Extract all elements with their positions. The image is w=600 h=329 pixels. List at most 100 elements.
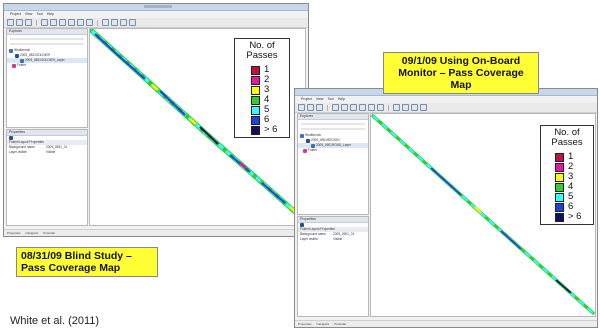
menu-item[interactable]: Help — [47, 11, 54, 18]
zoom-extent-icon[interactable] — [77, 19, 84, 26]
tab-navigator[interactable]: Navigator — [26, 231, 39, 235]
menu-item[interactable]: Tool — [327, 96, 333, 103]
tree-item-folder[interactable]: Folder — [7, 63, 87, 68]
legend-entry: 2 — [555, 162, 593, 172]
tab-navigator[interactable]: Navigator — [317, 322, 330, 326]
select-icon[interactable] — [86, 19, 93, 26]
property-row[interactable]: Layer visible Visible — [7, 150, 87, 155]
legend-entry: 4 — [555, 182, 593, 192]
grid-icon[interactable] — [129, 19, 136, 26]
legend-swatch — [555, 162, 564, 172]
folder-icon — [303, 148, 307, 153]
tab-properties[interactable]: Properties — [7, 231, 21, 235]
explorer-toolbar-strip — [301, 123, 365, 125]
explorer-panel: Explorer Workbench 2009_0831SOLDIER 2009… — [6, 28, 88, 128]
menu-bar: Project View Tool Help — [4, 11, 308, 18]
legend-entry: 5 — [251, 105, 289, 115]
measure-icon[interactable] — [102, 19, 109, 26]
layer-icon[interactable] — [402, 104, 409, 111]
legend-swatch — [555, 212, 564, 222]
open-icon[interactable] — [16, 19, 23, 26]
properties-panel: Properties Folder/Layout Properties Back… — [297, 216, 369, 317]
explorer-panel: Explorer Workbench 2009_0901REGION 2009_… — [297, 113, 369, 215]
grid-icon[interactable] — [420, 104, 427, 111]
menu-item[interactable]: Project — [301, 96, 312, 103]
layer-icon — [311, 143, 315, 148]
legend-entry: > 6 — [555, 212, 593, 222]
pointer-icon[interactable] — [332, 104, 339, 111]
pass-count-legend-2: No. of Passes 1 2 3 4 5 6 > 6 — [540, 125, 594, 225]
legend-swatch — [251, 85, 260, 95]
zoom-out-icon[interactable] — [59, 19, 66, 26]
legend-swatch — [555, 182, 564, 192]
select-icon[interactable] — [377, 104, 384, 111]
new-icon[interactable] — [298, 104, 305, 111]
legend-title: No. of Passes — [551, 127, 583, 148]
legend-entry: 3 — [251, 85, 289, 95]
measure-icon[interactable] — [393, 104, 400, 111]
legend-title: No. of Passes — [246, 40, 278, 61]
legend-entry: 4 — [251, 95, 289, 105]
open-icon[interactable] — [307, 104, 314, 111]
legend-swatch — [251, 75, 260, 85]
legend-swatch — [251, 125, 260, 135]
save-icon[interactable] — [316, 104, 323, 111]
zoom-in-icon[interactable] — [341, 104, 348, 111]
layer-icon — [20, 58, 24, 63]
explorer-title: Explorer — [7, 29, 87, 35]
legend-entry: 1 — [555, 152, 593, 162]
tab-properties[interactable]: Properties — [298, 322, 312, 326]
legend-entry: > 6 — [251, 125, 289, 135]
folder-icon — [12, 63, 16, 68]
refresh-icon[interactable] — [411, 104, 418, 111]
toolbar-separator — [388, 104, 389, 111]
bottom-tab-bar: Properties Navigator Potential — [4, 229, 308, 236]
menu-item[interactable]: View — [25, 11, 33, 18]
menu-item[interactable]: Project — [10, 11, 21, 18]
pan-icon[interactable] — [68, 19, 75, 26]
toolbar — [4, 18, 308, 28]
layout-icon — [15, 53, 19, 58]
zoom-extent-icon[interactable] — [368, 104, 375, 111]
workbench-icon — [9, 48, 13, 53]
caption-on-board-monitor: 09/1/09 Using On-Board Monitor – Pass Co… — [383, 52, 539, 94]
legend-entry: 2 — [251, 75, 289, 85]
zoom-out-icon[interactable] — [350, 104, 357, 111]
menu-item[interactable]: View — [316, 96, 324, 103]
tab-potential[interactable]: Potential — [334, 322, 346, 326]
bottom-tab-bar: Properties Navigator Potential — [295, 320, 597, 327]
legend-swatch — [251, 95, 260, 105]
toolbar-separator — [327, 104, 328, 111]
legend-swatch — [555, 172, 564, 182]
tree-item-folder[interactable]: Folder — [298, 148, 368, 153]
pan-icon[interactable] — [359, 104, 366, 111]
legend-entry: 5 — [555, 192, 593, 202]
legend-entry: 3 — [555, 172, 593, 182]
citation: White et al. (2011) — [10, 315, 100, 327]
tab-potential[interactable]: Potential — [43, 231, 55, 235]
caption-blind-study: 08/31/09 Blind Study – Pass Coverage Map — [16, 247, 158, 277]
zoom-in-icon[interactable] — [50, 19, 57, 26]
properties-panel: Properties Folder/Layout Properties Back… — [6, 129, 88, 226]
layer-icon[interactable] — [111, 19, 118, 26]
refresh-icon[interactable] — [120, 19, 127, 26]
legend-entry: 1 — [251, 65, 289, 75]
new-icon[interactable] — [7, 19, 14, 26]
legend-swatch — [251, 65, 260, 75]
property-row[interactable]: Layer visible Visible — [298, 237, 368, 242]
toolbar — [295, 103, 597, 113]
pass-count-legend-1: No. of Passes 1 2 3 4 5 6 > 6 — [234, 38, 290, 138]
save-icon[interactable] — [25, 19, 32, 26]
explorer-toolbar-strip — [10, 38, 84, 40]
legend-swatch — [251, 105, 260, 115]
menu-item[interactable]: Help — [338, 96, 345, 103]
explorer-toolbar-strip — [10, 43, 84, 45]
layout-icon — [306, 138, 310, 143]
title-bar[interactable] — [4, 4, 308, 11]
menu-item[interactable]: Tool — [36, 11, 42, 18]
explorer-toolbar-strip — [301, 128, 365, 130]
explorer-title: Explorer — [298, 114, 368, 120]
menu-bar: Project View Tool Help — [295, 96, 597, 103]
pointer-icon[interactable] — [41, 19, 48, 26]
toolbar-separator — [36, 19, 37, 26]
